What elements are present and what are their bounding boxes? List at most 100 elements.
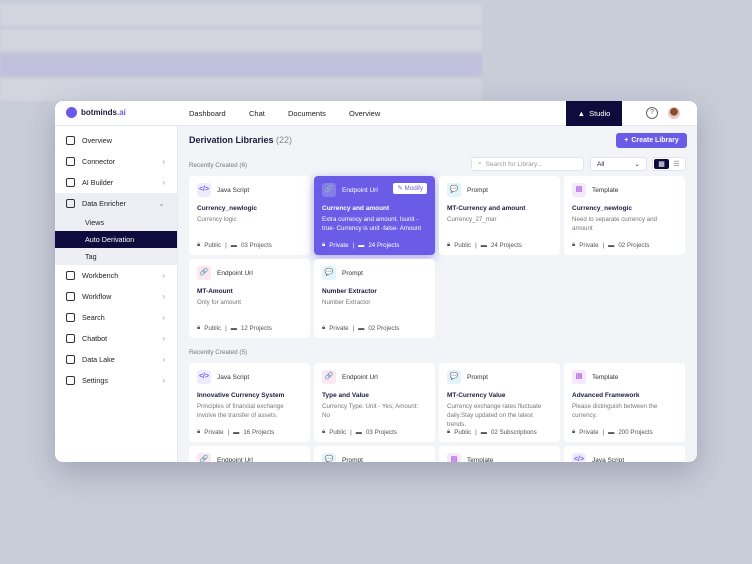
card-description: Principles of financial exchange involve… (197, 403, 284, 419)
avatar[interactable] (668, 107, 680, 119)
endpoint-url-icon: 🔗 (197, 266, 211, 280)
divider: | (225, 324, 227, 332)
project-count: 03 Projects (365, 428, 397, 436)
folder-icon: ▬ (608, 428, 615, 436)
lock-icon: 🔒︎ (572, 241, 576, 248)
chevron-right-icon: › (162, 334, 165, 343)
prompt-icon: 💬 (447, 183, 461, 197)
search-input[interactable]: ⌕ Search for Library... (471, 157, 584, 171)
sidebar-item-search[interactable]: Search › (55, 307, 177, 328)
library-card[interactable]: ▤ Template Advanced Framework Please distin… (564, 363, 685, 442)
help-icon[interactable]: ? (646, 107, 658, 119)
sidebar-item-chatbot[interactable]: Chatbot › (55, 328, 177, 349)
sidebar-item-data-lake[interactable]: Data Lake › (55, 349, 177, 370)
card-description: Extra currency and amount. Isunit - true… (322, 216, 422, 232)
project-count: 12 Projects (240, 324, 272, 332)
search-placeholder: Search for Library... (485, 160, 543, 168)
library-card[interactable]: 🔗 Endpoint Url Type and Value Currency Type… (314, 363, 435, 442)
modify-button[interactable]: ✎ Modify (393, 183, 427, 194)
access-label: Private (329, 241, 349, 249)
create-library-button[interactable]: + Create Library (616, 133, 687, 148)
card-description: Only for amount (197, 299, 242, 306)
library-card[interactable]: 🔗 Endpoint Url (189, 446, 310, 462)
unlock-icon: 🔒︎ (322, 428, 326, 435)
card-name: Innovative Currency System (197, 392, 285, 399)
nav-chat[interactable]: Chat (249, 109, 265, 118)
library-card[interactable]: 🔗 Endpoint Url MT-Amount Only for amount 🔒︎ P… (189, 259, 310, 338)
library-card[interactable]: 💬 Prompt (314, 446, 435, 462)
library-card[interactable]: 🔗 Endpoint Url ✎ Modify Currency and amount… (314, 176, 435, 255)
chevron-right-icon: › (162, 157, 165, 166)
card-type: Java Script (217, 373, 250, 381)
sidebar-item-label: Chatbot (82, 334, 108, 343)
sidebar-item-label: Search (82, 313, 105, 322)
sidebar-item-connector[interactable]: Connector › (55, 151, 177, 172)
library-card[interactable]: 💬 Prompt Number Extractor Number Extractor 🔒… (314, 259, 435, 338)
library-card[interactable]: 💬 Prompt MT-Currency and amount Currency_27… (439, 176, 560, 255)
project-count: 03 Projects (240, 241, 272, 249)
library-card[interactable]: </> Java Script Currency_newlogic Currency … (189, 176, 310, 255)
card-type: Template (592, 186, 619, 194)
card-name: Number Extractor (322, 288, 377, 295)
library-card[interactable]: ▤ Template (439, 446, 560, 462)
sidebar-item-workflow[interactable]: Workflow › (55, 286, 177, 307)
sidebar-item-label: Settings (82, 376, 108, 385)
view-toggle: ▦ ☰ (652, 157, 686, 171)
card-header: 🔗 Endpoint Url (197, 266, 302, 280)
nav-overview[interactable]: Overview (349, 109, 380, 118)
folder-icon: ▬ (480, 241, 487, 249)
java-script-icon: </> (197, 183, 211, 197)
sidebar-item-data-enricher[interactable]: Data Enricher ⌄ (55, 193, 177, 214)
divider: | (352, 324, 355, 332)
card-type: Java Script (217, 186, 250, 194)
grid-view-icon[interactable]: ▦ (654, 159, 669, 169)
project-count: 16 Projects (243, 428, 275, 436)
template-icon: ▤ (447, 453, 461, 462)
chatbot-icon (66, 334, 75, 343)
card-header: 💬 Prompt (447, 370, 552, 384)
card-name: Currency_newlogic (197, 205, 257, 212)
sidebar-item-overview[interactable]: Overview (55, 130, 177, 151)
sidebar-sub-tag[interactable]: Tag (55, 248, 177, 265)
filter-select[interactable]: All ⌄ (590, 157, 647, 171)
library-card[interactable]: </> Java Script Innovative Currency System… (189, 363, 310, 442)
sidebar-item-settings[interactable]: Settings › (55, 370, 177, 391)
studio-button[interactable]: ▲ Studio (566, 101, 622, 126)
card-grid-recent: </> Java Script Currency_newlogic Currency … (189, 176, 685, 338)
card-footer: 🔒︎ Private | ▬ 16 Projects (197, 428, 274, 436)
data-lake-icon (66, 355, 75, 364)
sidebar-item-label: Connector (82, 157, 116, 166)
lock-icon: 🔒︎ (572, 428, 576, 435)
sidebar-sub-views[interactable]: Views (55, 214, 177, 231)
template-icon: ▤ (572, 183, 586, 197)
sidebar-item-label: Overview (82, 136, 112, 145)
card-header: </> Java Script (197, 370, 302, 384)
search-icon (66, 313, 75, 322)
list-view-icon[interactable]: ☰ (669, 159, 684, 169)
sidebar-item-label: Data Lake (82, 355, 115, 364)
sidebar-item-workbench[interactable]: Workbench › (55, 265, 177, 286)
card-description: Please distinguish between the currency. (572, 403, 658, 419)
card-footer: 🔒︎ Public | ▬ 24 Projects (447, 241, 522, 249)
library-card[interactable]: 💬 Prompt MT-Currency Value Currency exchang… (439, 363, 560, 442)
nav-dashboard[interactable]: Dashboard (189, 109, 226, 118)
library-card[interactable]: ▤ Template Currency_newlogic Need to separa… (564, 176, 685, 255)
library-card[interactable]: </> Java Script (564, 446, 685, 462)
sidebar-sub-auto-derivation[interactable]: Auto Derivation (55, 231, 177, 248)
divider: | (602, 241, 605, 249)
folder-icon: ▬ (230, 241, 237, 249)
card-type: Endpoint Url (342, 186, 378, 194)
card-header: 💬 Prompt (447, 183, 552, 197)
nav-documents[interactable]: Documents (288, 109, 326, 118)
logo[interactable]: botminds .ai (66, 107, 126, 118)
card-footer: 🔒︎ Public | ▬ 02 Subscriptions (447, 428, 537, 436)
sidebar-item-ai-builder[interactable]: AI Builder › (55, 172, 177, 193)
title-text: Derivation Libraries (189, 135, 274, 145)
card-type: Endpoint Url (217, 456, 253, 463)
background-row (0, 4, 482, 26)
chevron-down-icon: ⌄ (634, 161, 640, 168)
card-header: </> Java Script (197, 183, 302, 197)
project-count: 02 Subscriptions (490, 428, 537, 436)
card-name: Currency and amount (322, 205, 390, 212)
card-grid-recent-2: </> Java Script Innovative Currency System… (189, 363, 685, 462)
